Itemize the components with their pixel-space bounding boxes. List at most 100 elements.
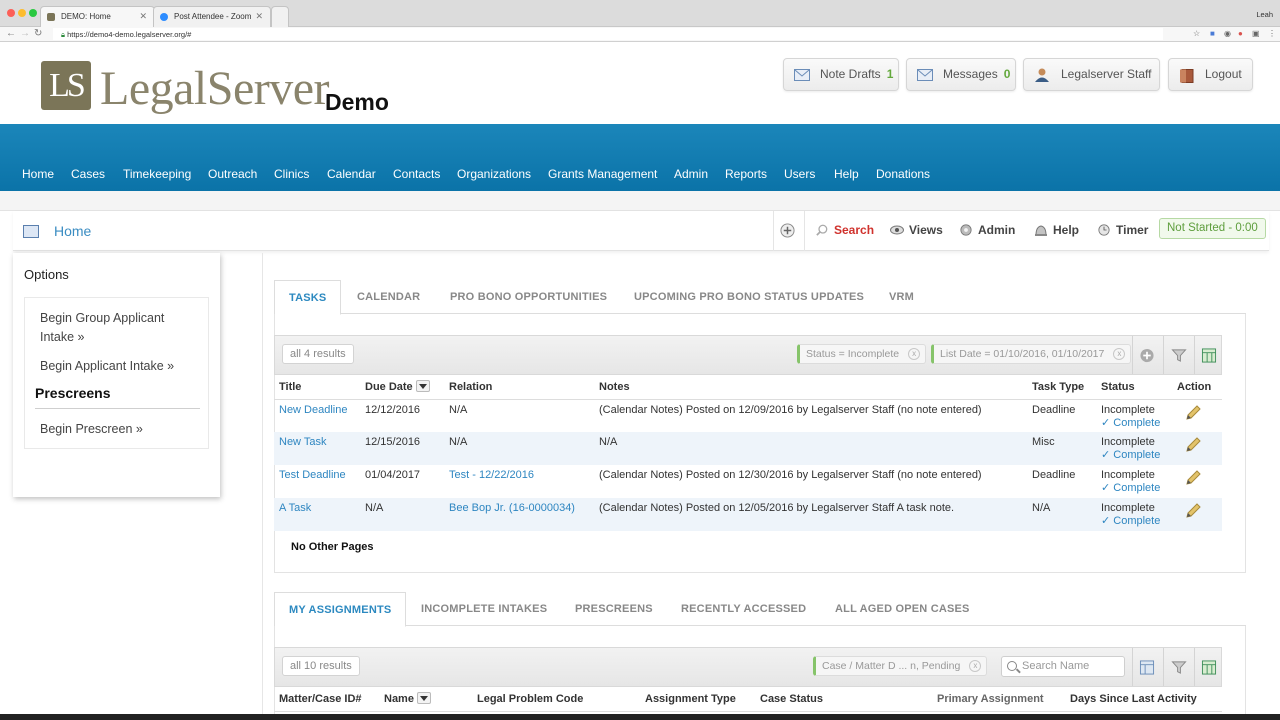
column-header-notes[interactable]: Notes (594, 375, 1027, 400)
nav-item-timekeeping[interactable]: Timekeeping (123, 167, 191, 181)
reload-icon[interactable]: ↻ (34, 28, 42, 39)
nav-item-clinics[interactable]: Clinics (274, 167, 309, 181)
relation-link[interactable]: Bee Bop Jr. (16-0000034) (449, 502, 575, 514)
tab-prescreens[interactable]: PRESCREENS (575, 592, 653, 626)
filter-icon[interactable] (1171, 348, 1187, 363)
search-name-input[interactable]: Search Name (1001, 656, 1125, 677)
messages-button[interactable]: Messages 0 (906, 58, 1016, 91)
tab-all-aged-open-cases[interactable]: ALL AGED OPEN CASES (835, 592, 970, 626)
task-title-link[interactable]: New Task (279, 436, 326, 448)
tab-pro-bono-opportunities[interactable]: PRO BONO OPPORTUNITIES (450, 280, 607, 314)
nav-item-contacts[interactable]: Contacts (393, 167, 440, 181)
column-header-legal-problem-code[interactable]: Legal Problem Code (472, 687, 640, 712)
column-header-assignment-type[interactable]: Assignment Type (640, 687, 755, 712)
remove-filter-icon[interactable]: x (969, 660, 982, 672)
nav-item-users[interactable]: Users (784, 167, 815, 181)
close-tab-icon[interactable]: ✕ (255, 11, 263, 22)
nav-item-reports[interactable]: Reports (725, 167, 767, 181)
results-count[interactable]: all 4 results (282, 344, 354, 364)
column-header-relation[interactable]: Relation (444, 375, 594, 400)
nav-item-grants-management[interactable]: Grants Management (548, 167, 657, 181)
column-header-matter-case-id[interactable]: Matter/Case ID# (274, 687, 379, 712)
add-circle-icon[interactable] (1139, 348, 1155, 363)
menu-icon[interactable]: ⋮ (1268, 29, 1276, 38)
tab-vrm[interactable]: VRM (889, 280, 914, 314)
sort-dropdown-icon[interactable] (415, 380, 430, 393)
mark-complete-link[interactable]: ✓ Complete (1101, 449, 1160, 461)
tab-upcoming-pro-bono[interactable]: UPCOMING PRO BONO STATUS UPDATES (634, 280, 864, 314)
relation-link[interactable]: Test - 12/22/2016 (449, 469, 534, 481)
nav-item-home[interactable]: Home (22, 167, 54, 181)
status-filter-pill[interactable]: Status = Incomplete x (797, 344, 927, 364)
nav-item-outreach[interactable]: Outreach (208, 167, 257, 181)
task-title-link[interactable]: New Deadline (279, 404, 347, 416)
minimize-window-button[interactable] (18, 9, 26, 17)
case-filter-pill[interactable]: Case / Matter D ... n, Pending x (813, 656, 988, 676)
column-header-task-type[interactable]: Task Type (1027, 375, 1096, 400)
tab-my-assignments[interactable]: MY ASSIGNMENTS (274, 592, 407, 627)
list-date-filter-pill[interactable]: List Date = 01/10/2016, 01/10/2017 x (931, 344, 1132, 364)
extension-icon[interactable]: ▣ (1252, 29, 1260, 38)
filter-icon[interactable] (1171, 660, 1187, 675)
tab-calendar[interactable]: CALENDAR (357, 280, 420, 314)
new-tab-button[interactable] (271, 6, 289, 27)
breadcrumb[interactable]: Home (54, 223, 91, 239)
sort-dropdown-icon[interactable] (416, 692, 431, 705)
nav-item-donations[interactable]: Donations (876, 167, 930, 181)
help-button[interactable]: Help (1034, 223, 1079, 237)
column-header-title[interactable]: Title (274, 375, 360, 400)
mark-complete-link[interactable]: ✓ Complete (1101, 482, 1160, 494)
views-button[interactable]: Views (890, 223, 943, 237)
browser-tab-demo-home[interactable]: DEMO: Home ✕ (40, 6, 155, 27)
timer-status-pill[interactable]: Not Started - 0:00 (1159, 218, 1266, 239)
tab-recently-accessed[interactable]: RECENTLY ACCESSED (681, 592, 806, 626)
extension-icon[interactable]: ● (1238, 29, 1243, 38)
nav-item-calendar[interactable]: Calendar (327, 167, 376, 181)
browser-tab-zoom[interactable]: Post Attendee - Zoom ✕ (153, 6, 271, 27)
mark-complete-link[interactable]: ✓ Complete (1101, 417, 1160, 429)
begin-applicant-intake-link[interactable]: Begin Applicant Intake » (40, 357, 174, 376)
url-field[interactable]: 🔒︎ https://demo4-demo.legalserver.org/# (53, 28, 1163, 40)
nav-item-help[interactable]: Help (834, 167, 859, 181)
logout-button[interactable]: Logout (1168, 58, 1253, 91)
close-window-button[interactable] (7, 9, 15, 17)
column-header-status[interactable]: Status (1096, 375, 1172, 400)
edit-pencil-icon[interactable] (1184, 469, 1202, 487)
begin-group-intake-link[interactable]: Begin Group Applicant Intake » (40, 309, 190, 347)
column-header-due-date[interactable]: Due Date (360, 375, 444, 400)
edit-pencil-icon[interactable] (1184, 436, 1202, 454)
nav-item-organizations[interactable]: Organizations (457, 167, 531, 181)
close-tab-icon[interactable]: ✕ (139, 11, 147, 22)
column-header-case-status[interactable]: Case Status (755, 687, 932, 712)
columns-grid-icon[interactable] (1201, 660, 1217, 675)
edit-pencil-icon[interactable] (1184, 404, 1202, 422)
export-grid-icon[interactable] (1139, 660, 1155, 675)
remove-filter-icon[interactable]: x (908, 348, 921, 360)
begin-prescreen-link[interactable]: Begin Prescreen » (40, 420, 143, 439)
profile-name[interactable]: Leah (1256, 10, 1273, 19)
task-title-link[interactable]: A Task (279, 502, 311, 514)
user-button[interactable]: Legalserver Staff (1023, 58, 1160, 91)
tab-tasks[interactable]: TASKS (274, 280, 342, 315)
column-header-name[interactable]: Name (379, 687, 472, 712)
tab-incomplete-intakes[interactable]: INCOMPLETE INTAKES (421, 592, 547, 626)
columns-grid-icon[interactable] (1201, 348, 1217, 363)
search-button[interactable]: Search (815, 223, 874, 237)
maximize-window-button[interactable] (29, 9, 37, 17)
remove-filter-icon[interactable]: x (1113, 348, 1126, 360)
results-count[interactable]: all 10 results (282, 656, 360, 676)
logo-text[interactable]: LegalServer (100, 61, 330, 116)
forward-icon[interactable]: → (20, 28, 30, 39)
extension-icon[interactable]: ◉ (1224, 29, 1231, 38)
home-page-icon[interactable] (23, 225, 39, 238)
logo-mark[interactable]: LS (41, 61, 91, 110)
add-circle-icon[interactable] (780, 223, 795, 238)
note-drafts-button[interactable]: Note Drafts 1 (783, 58, 899, 91)
column-header-primary-assignment[interactable]: Primary Assignment (932, 687, 1065, 712)
admin-button[interactable]: Admin (959, 223, 1015, 237)
column-header-days-since-last-activity[interactable]: Days Since Last Activity (1065, 687, 1222, 712)
extension-icon[interactable]: ■ (1210, 29, 1215, 38)
nav-item-cases[interactable]: Cases (71, 167, 105, 181)
edit-pencil-icon[interactable] (1184, 502, 1202, 520)
back-icon[interactable]: ← (6, 28, 16, 39)
